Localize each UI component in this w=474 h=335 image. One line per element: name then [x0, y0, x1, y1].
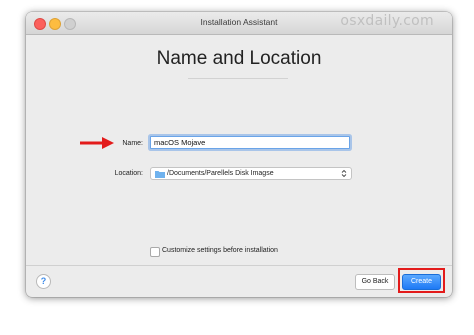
name-label: Name:	[122, 140, 143, 147]
create-button[interactable]: Create	[402, 274, 441, 290]
name-input[interactable]	[150, 136, 350, 149]
location-select[interactable]: /Documents/Parellels Disk Imagse	[150, 167, 352, 180]
question-icon: ?	[40, 276, 47, 286]
page-title: Name and Location	[156, 48, 322, 69]
updown-chevron-icon	[341, 169, 347, 178]
go-back-button[interactable]: Go Back	[355, 274, 395, 290]
help-button[interactable]: ?	[36, 274, 51, 289]
watermark: osxdaily.com	[340, 13, 434, 29]
customize-settings-checkbox[interactable]	[150, 247, 160, 257]
location-value: /Documents/Parellels Disk Imagse	[167, 169, 274, 177]
location-label: Location:	[114, 170, 143, 177]
footer-divider	[26, 265, 452, 266]
installation-assistant-window: Installation Assistant osxdaily.com Name…	[26, 12, 452, 297]
title-divider	[188, 78, 288, 79]
title-bar: Installation Assistant osxdaily.com	[26, 12, 452, 35]
customize-settings-label[interactable]: Customize settings before installation	[162, 247, 278, 254]
folder-icon	[155, 171, 165, 178]
